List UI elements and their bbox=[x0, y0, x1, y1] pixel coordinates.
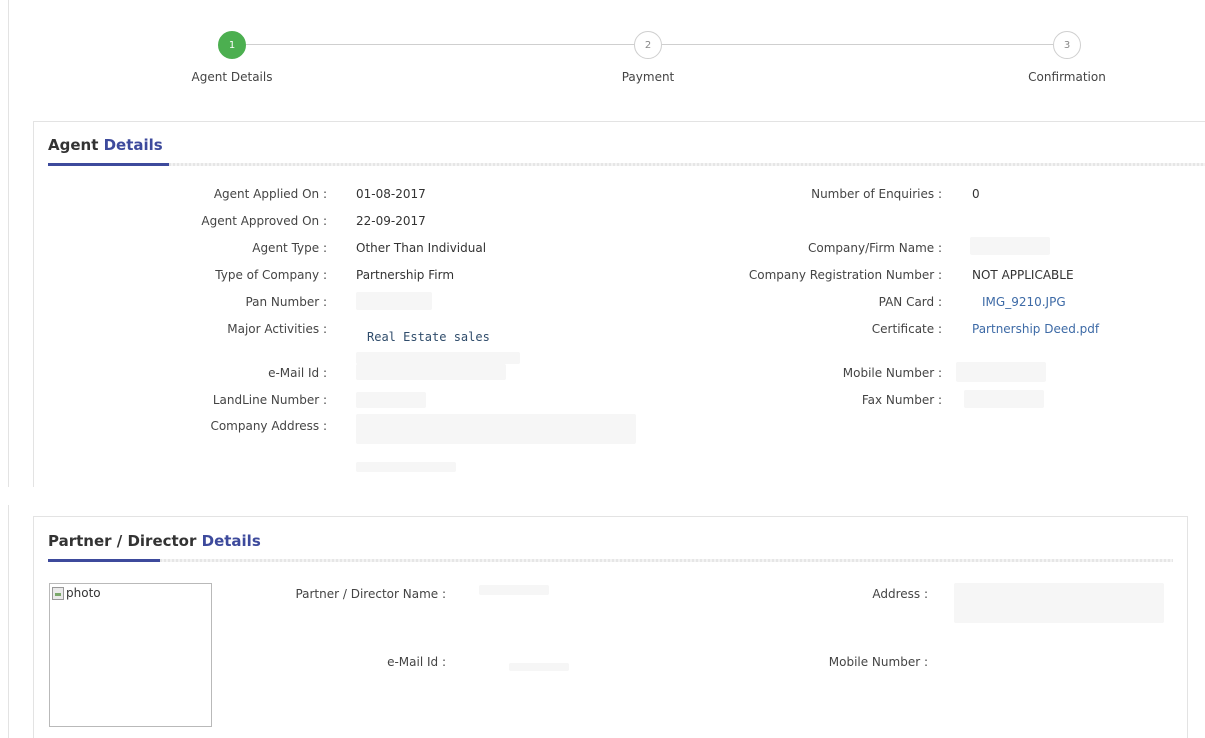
email-value-redacted bbox=[356, 364, 506, 380]
fax-number-label: Fax Number : bbox=[861, 393, 942, 407]
company-address-value-redacted bbox=[356, 414, 636, 444]
agent-details-title-accent: Details bbox=[103, 136, 163, 154]
pan-number-value-redacted bbox=[356, 292, 432, 310]
agent-details-panel: Agent Details Agent Applied On : 01-08-2… bbox=[33, 121, 1205, 487]
step-1-circle[interactable]: 1 bbox=[218, 31, 246, 59]
partner-email-label: e-Mail Id : bbox=[387, 655, 446, 669]
partner-address-value-redacted bbox=[954, 583, 1164, 623]
broken-image-icon bbox=[52, 586, 64, 600]
certificate-label: Certificate : bbox=[871, 322, 942, 336]
partner-name-label: Partner / Director Name : bbox=[295, 587, 446, 601]
landline-value-redacted bbox=[356, 392, 426, 408]
partner-photo: photo bbox=[49, 583, 212, 727]
step-3-number: 3 bbox=[1063, 39, 1071, 51]
type-of-company-value: Partnership Firm bbox=[356, 268, 455, 282]
partner-title-underline bbox=[48, 559, 160, 562]
pan-number-label: Pan Number : bbox=[245, 295, 327, 309]
step-1-label: Agent Details bbox=[191, 70, 273, 84]
step-3-circle[interactable]: 3 bbox=[1053, 31, 1081, 59]
agent-approved-on-label: Agent Approved On : bbox=[201, 214, 327, 228]
landline-label: LandLine Number : bbox=[212, 393, 327, 407]
agent-details-title-main: Agent bbox=[48, 136, 99, 154]
partner-name-value-redacted bbox=[479, 585, 549, 595]
mobile-number-label: Mobile Number : bbox=[842, 366, 942, 380]
progress-stepper: 1 2 3 Agent Details Payment Confirmation bbox=[0, 0, 1205, 110]
mobile-number-value-redacted bbox=[956, 362, 1046, 382]
partner-title-rule bbox=[160, 559, 1173, 562]
company-registration-value: NOT APPLICABLE bbox=[972, 268, 1074, 282]
step-1-number: 1 bbox=[228, 39, 236, 51]
partner-details-title-main: Partner / Director bbox=[48, 532, 197, 550]
pan-card-label: PAN Card : bbox=[878, 295, 942, 309]
fax-number-value-redacted bbox=[964, 390, 1044, 408]
agent-details-title: Agent Details bbox=[48, 136, 163, 154]
agent-approved-on-value: 22-09-2017 bbox=[356, 214, 426, 228]
company-firm-name-value-redacted bbox=[970, 237, 1050, 255]
step-2-circle[interactable]: 2 bbox=[634, 31, 662, 59]
partner-photo-alt: photo bbox=[66, 586, 101, 600]
step-3-label: Confirmation bbox=[1028, 70, 1106, 84]
agent-type-value: Other Than Individual bbox=[356, 241, 487, 255]
number-of-enquiries-value: 0 bbox=[972, 187, 980, 201]
certificate-link[interactable]: Partnership Deed.pdf bbox=[972, 322, 1099, 336]
step-2-label: Payment bbox=[621, 70, 675, 84]
partner-details-panel: Partner / Director Details photo Partner… bbox=[33, 516, 1188, 738]
email-label: e-Mail Id : bbox=[268, 366, 327, 380]
partner-photo-broken: photo bbox=[52, 586, 101, 600]
partner-address-label: Address : bbox=[872, 587, 928, 601]
partner-details-title: Partner / Director Details bbox=[48, 532, 261, 550]
major-activities-label: Major Activities : bbox=[227, 322, 327, 336]
partner-email-value-redacted bbox=[509, 663, 569, 671]
company-firm-name-label: Company/Firm Name : bbox=[808, 241, 942, 255]
type-of-company-label: Type of Company : bbox=[215, 268, 327, 282]
step-connector-2-3 bbox=[662, 44, 1053, 45]
agent-applied-on-value: 01-08-2017 bbox=[356, 187, 426, 201]
partner-mobile-label: Mobile Number : bbox=[828, 655, 928, 669]
major-activities-value: Real Estate sales bbox=[367, 330, 490, 344]
step-connector-1-2 bbox=[246, 44, 634, 45]
agent-title-underline bbox=[48, 163, 169, 166]
agent-type-label: Agent Type : bbox=[252, 241, 327, 255]
number-of-enquiries-label: Number of Enquiries : bbox=[811, 187, 942, 201]
company-address-value-redacted-2 bbox=[356, 462, 456, 472]
company-address-label: Company Address : bbox=[210, 419, 327, 433]
pan-card-link[interactable]: IMG_9210.JPG bbox=[982, 295, 1066, 309]
agent-title-rule bbox=[169, 163, 1205, 166]
left-border-lower bbox=[8, 505, 9, 738]
agent-applied-on-label: Agent Applied On : bbox=[213, 187, 327, 201]
company-registration-label: Company Registration Number : bbox=[748, 268, 942, 282]
step-2-number: 2 bbox=[644, 39, 652, 51]
major-activities-field-edge bbox=[356, 352, 520, 364]
partner-details-title-accent: Details bbox=[201, 532, 261, 550]
